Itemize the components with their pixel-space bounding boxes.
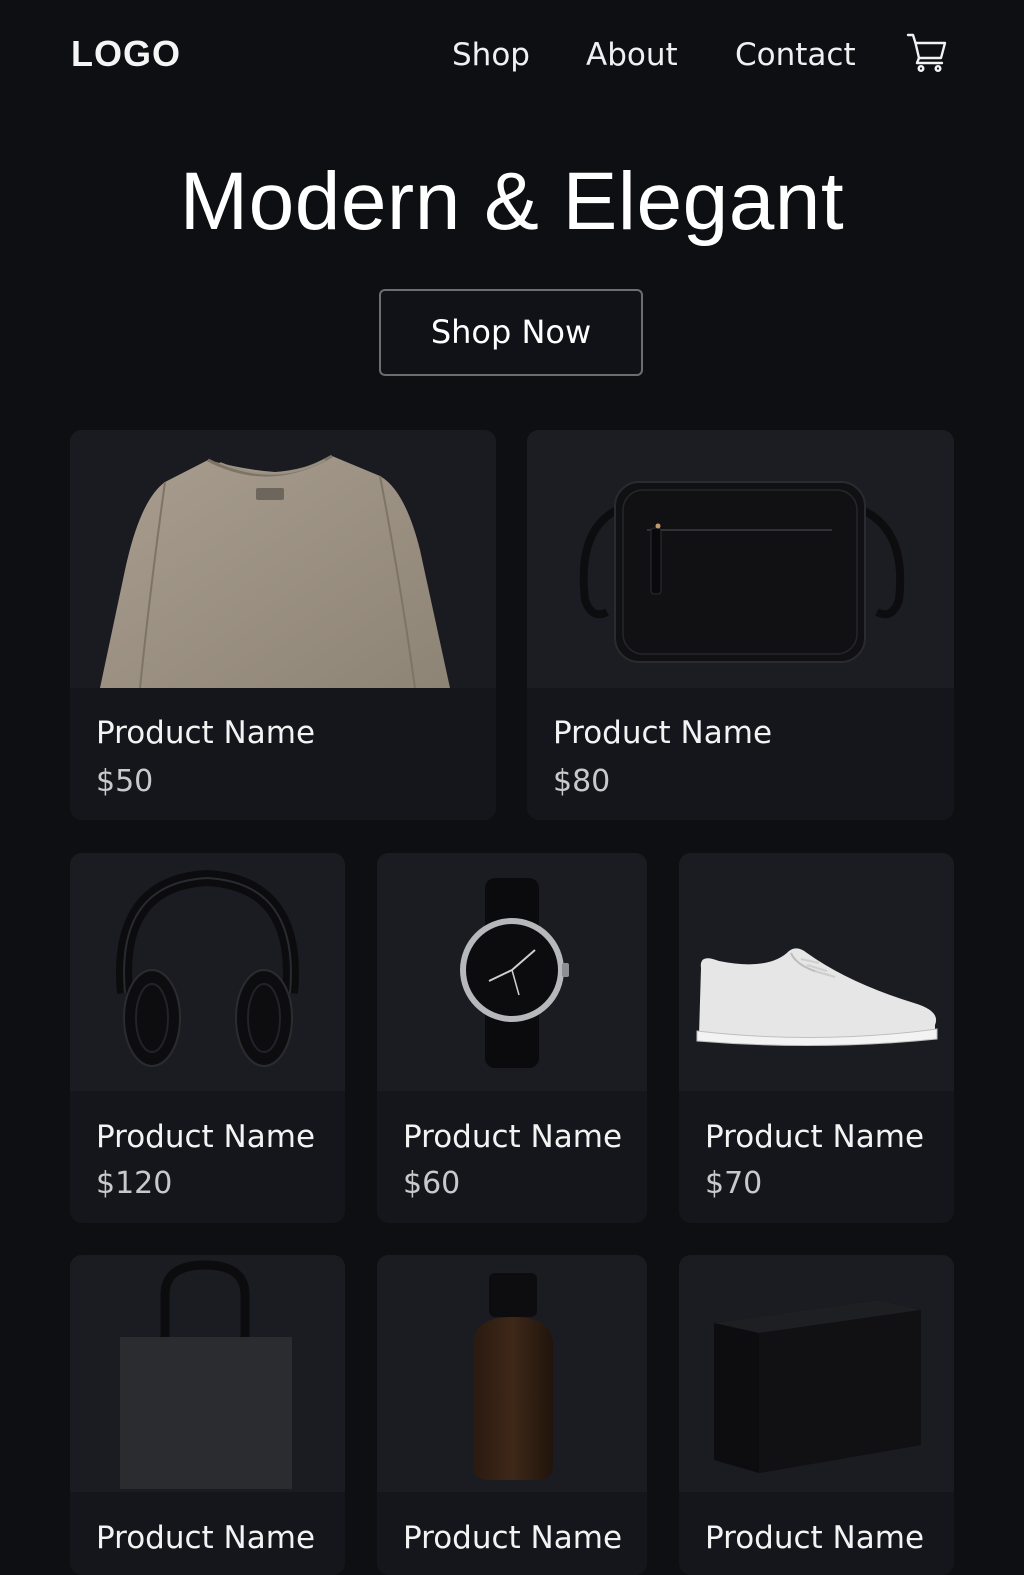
shopping-cart-icon[interactable]	[906, 32, 948, 74]
logo[interactable]: LOGO	[71, 34, 181, 74]
black-box-image	[679, 1255, 954, 1492]
product-name: Product Name	[96, 1119, 316, 1155]
site-header: LOGO Shop About Contact	[0, 0, 1024, 110]
product-price: $60	[403, 1166, 461, 1201]
crossbody-bag-image	[527, 430, 954, 688]
product-card[interactable]: Product Name	[70, 1255, 345, 1575]
product-card[interactable]: Product Name	[679, 1255, 954, 1575]
product-card[interactable]: Product Name $60	[377, 853, 647, 1223]
product-card[interactable]: Product Name $120	[70, 853, 345, 1223]
product-name: Product Name	[705, 1119, 925, 1155]
product-name: Product Name	[96, 715, 316, 751]
nav-link-contact[interactable]: Contact	[735, 36, 856, 74]
nav-link-about[interactable]: About	[586, 36, 678, 74]
headphones-image	[70, 853, 345, 1091]
product-price: $80	[553, 764, 611, 799]
wristwatch-image	[377, 853, 647, 1091]
product-card[interactable]: Product Name $70	[679, 853, 954, 1223]
product-name: Product Name	[403, 1119, 623, 1155]
sweatshirt-image	[70, 430, 496, 688]
product-card[interactable]: Product Name $50	[70, 430, 496, 820]
product-price: $120	[96, 1166, 173, 1201]
nav-link-shop[interactable]: Shop	[452, 36, 530, 74]
product-name: Product Name	[705, 1520, 925, 1556]
product-name: Product Name	[96, 1520, 316, 1556]
product-card[interactable]: Product Name $80	[527, 430, 954, 820]
shop-now-button[interactable]: Shop Now	[379, 289, 643, 376]
product-name: Product Name	[553, 715, 773, 751]
sneaker-image	[679, 853, 954, 1091]
product-price: $70	[705, 1166, 763, 1201]
tote-bag-image	[70, 1255, 345, 1492]
product-name: Product Name	[403, 1520, 623, 1556]
amber-bottle-image	[377, 1255, 647, 1492]
product-price: $50	[96, 764, 154, 799]
hero-title: Modern & Elegant	[179, 156, 845, 247]
product-card[interactable]: Product Name	[377, 1255, 647, 1575]
